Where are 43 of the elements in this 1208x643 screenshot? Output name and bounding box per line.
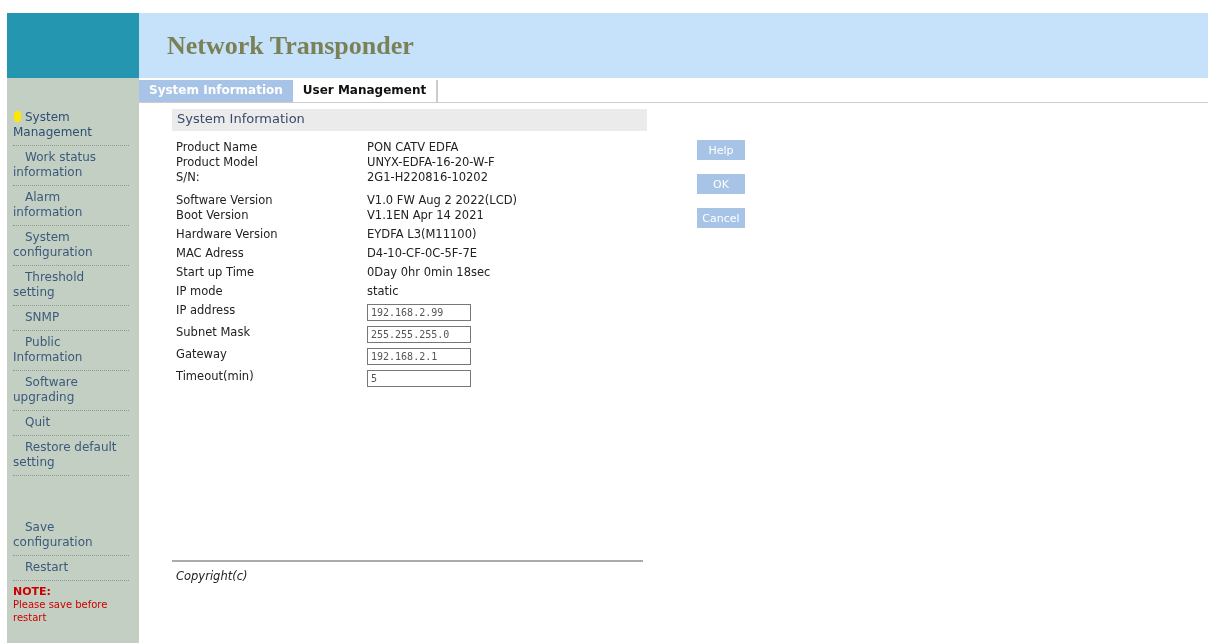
input-field[interactable]: 192.168.2.1 [367, 348, 471, 365]
field-label: Start up Time [176, 266, 256, 280]
field-label: IP mode [176, 285, 224, 299]
sidebar-item[interactable]: Restart [13, 556, 129, 581]
field-value: PON CATV EDFA [367, 141, 459, 155]
sidebar-item[interactable]: SNMP [13, 306, 129, 331]
field-value: EYDFA L3(M11100) [367, 228, 477, 242]
copyright-text: Copyright(c) [175, 569, 249, 583]
field-value: D4-10-CF-0C-5F-7E [367, 247, 478, 261]
field-label: MAC Adress [176, 247, 245, 261]
sidebar-item[interactable]: Alarm information [13, 186, 129, 226]
page-title: Network Transponder [167, 30, 414, 61]
sidebar-item[interactable]: Threshold setting [13, 266, 129, 306]
field-label: Product Model [176, 156, 259, 170]
sidebar-item[interactable]: Restore default setting [13, 436, 129, 476]
field-label: Boot Version [176, 209, 250, 223]
field-label: Hardware Version [176, 228, 279, 242]
sidebar-item[interactable]: System configuration [13, 226, 129, 266]
field-label: S/N: [176, 171, 201, 185]
input-field[interactable]: 192.168.2.99 [367, 304, 471, 321]
field-value: 0Day 0hr 0min 18sec [367, 266, 491, 280]
input-field[interactable]: 255.255.255.0 [367, 326, 471, 343]
field-value: UNYX-EDFA-16-20-W-F [367, 156, 495, 170]
sidebar-item[interactable]: Work status information [13, 146, 129, 186]
field-label: Gateway [176, 348, 228, 363]
section-title: System Information [172, 109, 647, 131]
sidebar-item[interactable]: Save configuration [13, 516, 129, 556]
field-label: Timeout(min) [176, 370, 255, 385]
field-value: V1.1EN Apr 14 2021 [367, 209, 484, 223]
field-label: Subnet Mask [176, 326, 252, 341]
sidebar-item[interactable]: Software upgrading [13, 371, 129, 411]
field-label: IP address [176, 304, 237, 319]
field-value: static [367, 285, 399, 299]
field-label: Product Name [176, 141, 259, 155]
note-text: Please save before restart [13, 598, 109, 624]
field-label: Software Version [176, 194, 274, 208]
field-value: V1.0 FW Aug 2 2022(LCD) [367, 194, 518, 208]
sidebar-item[interactable]: Public Information [13, 331, 129, 371]
note-title: NOTE: [13, 585, 52, 598]
input-field[interactable]: 5 [367, 370, 471, 387]
sidebar-item[interactable]: Quit [13, 411, 129, 436]
sidebar-item[interactable]: System Management [13, 106, 129, 146]
field-value: 2G1-H220816-10202 [367, 171, 488, 185]
